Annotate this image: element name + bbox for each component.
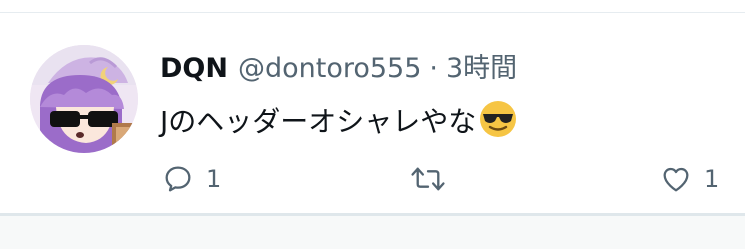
retweet-icon bbox=[410, 163, 446, 195]
avatar-image bbox=[30, 45, 138, 153]
user-handle[interactable]: @dontoro555 bbox=[238, 49, 421, 89]
tweet-timestamp[interactable]: 3時間 bbox=[446, 49, 517, 89]
tweet[interactable]: DQN @dontoro555 · 3時間 Jのヘッダーオシャレやな 1 1 bbox=[0, 13, 745, 213]
reply-icon bbox=[162, 163, 194, 195]
reply-button[interactable]: 1 bbox=[162, 159, 221, 199]
like-button[interactable]: 1 bbox=[660, 159, 719, 199]
smiling-face-with-sunglasses-icon bbox=[478, 99, 518, 139]
like-count: 1 bbox=[704, 165, 720, 193]
tweet-header: DQN @dontoro555 · 3時間 bbox=[160, 49, 517, 89]
display-name[interactable]: DQN bbox=[160, 49, 228, 89]
heart-icon bbox=[660, 163, 692, 195]
tweet-text: Jのヘッダーオシャレやな bbox=[160, 99, 518, 144]
next-item-background bbox=[0, 216, 745, 249]
reply-count: 1 bbox=[206, 165, 222, 193]
tweet-text-content: Jのヘッダーオシャレやな bbox=[160, 105, 477, 138]
retweet-button[interactable] bbox=[410, 159, 458, 199]
tweet-actions: 1 1 bbox=[0, 159, 745, 199]
separator-dot: · bbox=[429, 53, 438, 84]
avatar[interactable] bbox=[30, 45, 138, 153]
